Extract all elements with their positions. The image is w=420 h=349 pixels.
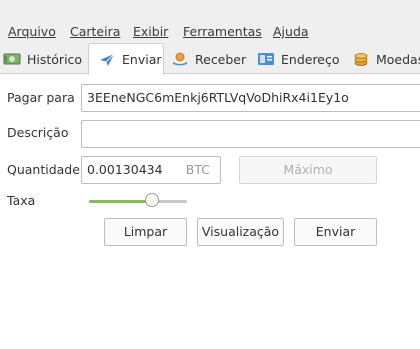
tab-endereco[interactable]: Endereço [257, 44, 340, 74]
description-input[interactable] [81, 120, 420, 148]
menu-ferramentas[interactable]: Ferramentas [183, 24, 262, 40]
history-icon [3, 51, 21, 67]
pay-to-field[interactable]: 3EEneNGC6mEnkj6RTLVqVoDhiRx4i1Ey1o [81, 84, 420, 112]
tab-historico[interactable]: Histórico [3, 44, 82, 74]
tab-moedas[interactable]: Moedas [352, 44, 420, 74]
fee-label: Taxa [7, 193, 36, 208]
pay-to-label: Pagar para [7, 90, 75, 105]
amount-label: Quantidade [7, 162, 80, 177]
coins-icon [352, 51, 370, 67]
menu-exibir[interactable]: Exibir [133, 24, 168, 40]
clear-button[interactable]: Limpar [104, 218, 187, 246]
fee-slider[interactable] [89, 193, 187, 207]
max-button[interactable]: Máximo [239, 156, 377, 184]
tab-enviar[interactable]: Enviar [88, 43, 164, 75]
menu-arquivo[interactable]: Arquivo [8, 24, 56, 40]
preview-button[interactable]: Visualização [197, 218, 284, 246]
fee-slider-fill [89, 200, 152, 203]
address-icon [257, 51, 275, 67]
tab-endereco-label: Endereço [281, 51, 340, 67]
send-button[interactable]: Enviar [294, 218, 377, 246]
menu-carteira[interactable]: Carteira [70, 24, 120, 40]
receive-icon [171, 51, 189, 67]
send-icon [98, 52, 116, 68]
fee-slider-handle[interactable] [144, 193, 159, 207]
tab-receber[interactable]: Receber [171, 44, 246, 74]
amount-input[interactable]: 0.00130434 BTC [81, 156, 221, 184]
amount-unit: BTC [185, 162, 210, 177]
amount-value: 0.00130434 [87, 162, 163, 177]
pay-to-value: 3EEneNGC6mEnkj6RTLVqVoDhiRx4i1Ey1o [87, 90, 349, 105]
tab-historico-label: Histórico [27, 51, 83, 67]
description-label: Descrição [7, 125, 69, 140]
tab-moedas-label: Moedas [376, 51, 420, 67]
tab-enviar-label: Enviar [122, 52, 162, 67]
menu-bar: Arquivo Carteira Exibir Ferramentas Ajud… [0, 0, 420, 42]
tab-receber-label: Receber [195, 51, 247, 67]
menu-ajuda[interactable]: Ajuda [273, 24, 309, 40]
description-text[interactable] [87, 121, 420, 147]
